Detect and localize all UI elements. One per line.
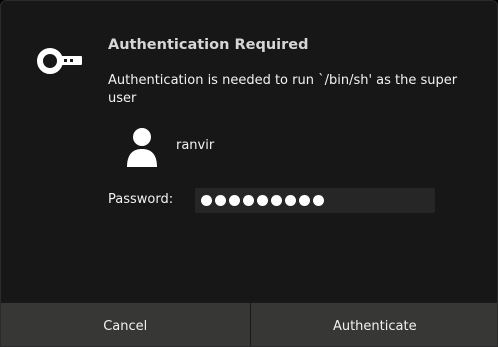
button-bar: Cancel Authenticate xyxy=(1,302,497,346)
password-dot xyxy=(201,195,212,206)
password-dot xyxy=(229,195,240,206)
username-label: ranvir xyxy=(176,138,215,153)
password-dot xyxy=(243,195,254,206)
password-input[interactable] xyxy=(195,188,435,213)
cancel-button[interactable]: Cancel xyxy=(1,303,250,346)
key-icon xyxy=(37,48,82,74)
password-dot xyxy=(215,195,226,206)
dialog-title: Authentication Required xyxy=(108,37,309,53)
user-avatar-icon xyxy=(127,128,157,167)
password-dot xyxy=(313,195,324,206)
password-dot xyxy=(271,195,282,206)
dialog-message: Authentication is needed to run `/bin/sh… xyxy=(108,73,458,106)
password-dot xyxy=(257,195,268,206)
password-dot xyxy=(299,195,310,206)
authentication-dialog: Authentication Required Authentication i… xyxy=(0,0,498,347)
password-label: Password: xyxy=(108,192,174,207)
password-mask xyxy=(201,195,324,206)
authenticate-button[interactable]: Authenticate xyxy=(250,303,497,346)
password-dot xyxy=(285,195,296,206)
